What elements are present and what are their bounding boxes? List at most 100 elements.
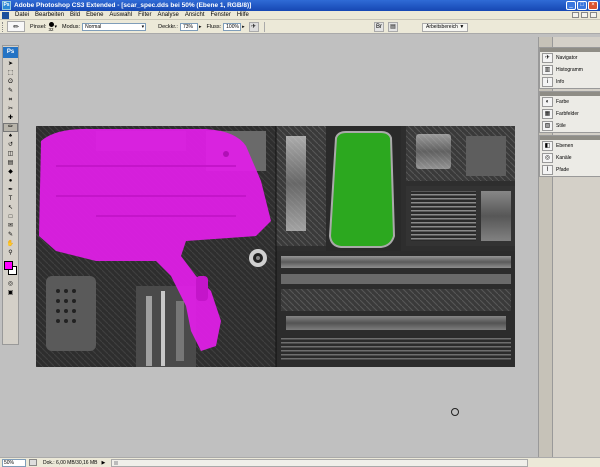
paths-icon: ⌇ xyxy=(542,165,553,175)
panel-label: Ebenen xyxy=(556,143,574,149)
panel-item-layers[interactable]: ◧ Ebenen xyxy=(540,140,600,152)
tool-preset-picker[interactable]: ✏ xyxy=(7,21,25,32)
brush-picker[interactable]: 32 xyxy=(48,21,54,32)
texture-image xyxy=(36,126,515,367)
panel-label: Histogramm xyxy=(556,67,583,73)
lasso-tool-icon[interactable]: ʘ xyxy=(3,78,18,87)
slice-tool-icon[interactable]: ✂ xyxy=(3,105,18,114)
opacity-field[interactable]: 73% xyxy=(179,22,198,31)
options-grip[interactable] xyxy=(2,21,5,32)
document-window-controls xyxy=(572,12,597,18)
menu-filter[interactable]: Filter xyxy=(135,12,154,18)
color-icon: ◐ xyxy=(542,97,553,107)
mode-select[interactable]: Normal ▾ xyxy=(82,22,147,31)
status-bar: 50% Dok.: 6,00 MB/30,16 MB ▶ xyxy=(0,457,600,467)
close-button[interactable]: × xyxy=(588,1,598,10)
hand-tool-icon[interactable]: ✋ xyxy=(3,240,18,249)
brush-cursor xyxy=(451,408,459,416)
chevron-down-icon: ▾ xyxy=(141,23,145,30)
gradient-tool-icon[interactable]: ▤ xyxy=(3,159,18,168)
menu-bild[interactable]: Bild xyxy=(67,12,83,18)
panel-item-color[interactable]: ◐ Farbe xyxy=(540,96,600,108)
flow-slider-icon[interactable]: ▸ xyxy=(242,24,245,30)
dodge-tool-icon[interactable]: ● xyxy=(3,177,18,186)
clone-stamp-tool-icon[interactable]: ♠ xyxy=(3,132,18,141)
horizontal-scrollbar[interactable] xyxy=(111,458,528,467)
menu-auswahl[interactable]: Auswahl xyxy=(106,12,135,18)
options-separator xyxy=(263,21,265,32)
history-brush-tool-icon[interactable]: ↺ xyxy=(3,141,18,150)
eraser-tool-icon[interactable]: ◫ xyxy=(3,150,18,159)
window-controls: _ □ × xyxy=(566,1,598,10)
toolbox: Ps ➤ ⬚ ʘ ✎ ⌗ ✂ ✚ ✏ ♠ ↺ ◫ ▤ ◆ ● ✒ T ↖ □ ✉ ✎ ✋ ⚲ ◎ ▣ xyxy=(2,45,19,345)
panel-dock: ✈ Navigator ▥ Histogramm i Info ◐ Farbe … xyxy=(538,37,600,457)
bridge-icon[interactable]: Br xyxy=(374,22,384,32)
window-title: Adobe Photoshop CS3 Extended - [scar_spe… xyxy=(14,2,252,9)
opacity-slider-icon[interactable]: ▸ xyxy=(199,24,202,30)
menu-ebene[interactable]: Ebene xyxy=(83,12,106,18)
menu-datei[interactable]: Datei xyxy=(12,12,32,18)
opacity-label: Deckkr.: xyxy=(158,23,178,30)
pen-tool-icon[interactable]: ✒ xyxy=(3,186,18,195)
title-bar: Ps Adobe Photoshop CS3 Extended - [scar_… xyxy=(0,0,600,11)
quick-select-tool-icon[interactable]: ✎ xyxy=(3,87,18,96)
options-right: Br ▤ Arbeitsbereich ▼ xyxy=(374,22,469,32)
doc-close-button[interactable] xyxy=(590,12,597,18)
notes-tool-icon[interactable]: ✉ xyxy=(3,222,18,231)
brush-tool-icon[interactable]: ✏ xyxy=(3,123,18,132)
palette-well-icon[interactable]: ▤ xyxy=(388,22,398,32)
flow-label: Fluss: xyxy=(206,23,222,30)
menu-bearbeiten[interactable]: Bearbeiten xyxy=(32,12,67,18)
airbrush-toggle[interactable]: ✈ xyxy=(248,21,259,32)
menu-hilfe[interactable]: Hilfe xyxy=(234,12,252,18)
panel-label: Info xyxy=(556,79,565,85)
path-select-tool-icon[interactable]: ↖ xyxy=(3,204,18,213)
foreground-color-swatch[interactable] xyxy=(4,261,13,270)
document-icon[interactable] xyxy=(2,11,9,19)
healing-tool-icon[interactable]: ✚ xyxy=(3,114,18,123)
brush-dropdown-icon[interactable]: ▾ xyxy=(55,24,58,30)
marquee-tool-icon[interactable]: ⬚ xyxy=(3,69,18,78)
screen-mode-icon[interactable]: ▣ xyxy=(3,289,18,298)
photoshop-app-icon: Ps xyxy=(2,1,11,10)
status-info-icon[interactable] xyxy=(29,459,37,466)
maximize-button[interactable]: □ xyxy=(577,1,587,10)
info-icon: i xyxy=(542,77,553,87)
panel-item-info[interactable]: i Info xyxy=(540,76,600,88)
menu-fenster[interactable]: Fenster xyxy=(208,12,234,18)
menu-bar: Datei Bearbeiten Bild Ebene Auswahl Filt… xyxy=(0,11,600,20)
menu-analyse[interactable]: Analyse xyxy=(154,12,181,18)
flow-field[interactable]: 100% xyxy=(223,22,242,31)
navigator-icon: ✈ xyxy=(542,53,553,63)
zoom-tool-icon[interactable]: ⚲ xyxy=(3,249,18,258)
status-menu-arrow-icon[interactable]: ▶ xyxy=(101,460,105,466)
canvas-workspace[interactable] xyxy=(21,35,533,457)
document-canvas[interactable] xyxy=(36,126,515,367)
type-tool-icon[interactable]: T xyxy=(3,195,18,204)
panel-item-swatches[interactable]: ▦ Farbfelder xyxy=(540,108,600,120)
photoshop-logo[interactable]: Ps xyxy=(3,47,18,58)
panel-item-styles[interactable]: ▧ Stile xyxy=(540,120,600,132)
panel-item-channels[interactable]: ◎ Kanäle xyxy=(540,152,600,164)
zoom-field[interactable]: 50% xyxy=(2,458,26,467)
panel-item-paths[interactable]: ⌇ Pfade xyxy=(540,164,600,176)
panel-item-histogram[interactable]: ▥ Histogramm xyxy=(540,64,600,76)
menu-ansicht[interactable]: Ansicht xyxy=(182,12,208,18)
doc-restore-button[interactable] xyxy=(581,12,588,18)
shape-tool-icon[interactable]: □ xyxy=(3,213,18,222)
move-tool-icon[interactable]: ➤ xyxy=(3,60,18,69)
panel-label: Farbe xyxy=(556,99,570,105)
crop-tool-icon[interactable]: ⌗ xyxy=(3,96,18,105)
histogram-icon: ▥ xyxy=(542,65,553,75)
panel-item-navigator[interactable]: ✈ Navigator xyxy=(540,52,600,64)
blur-tool-icon[interactable]: ◆ xyxy=(3,168,18,177)
scrollbar-thumb[interactable] xyxy=(114,460,119,465)
minimize-button[interactable]: _ xyxy=(566,1,576,10)
mode-label: Modus: xyxy=(62,23,81,30)
brush-icon: ✏ xyxy=(13,23,19,31)
panel-label: Navigator xyxy=(556,55,578,61)
doc-minimize-button[interactable] xyxy=(572,12,579,18)
eyedropper-tool-icon[interactable]: ✎ xyxy=(3,231,18,240)
quick-mask-icon[interactable]: ◎ xyxy=(3,280,18,289)
workspace-button[interactable]: Arbeitsbereich ▼ xyxy=(422,22,469,32)
